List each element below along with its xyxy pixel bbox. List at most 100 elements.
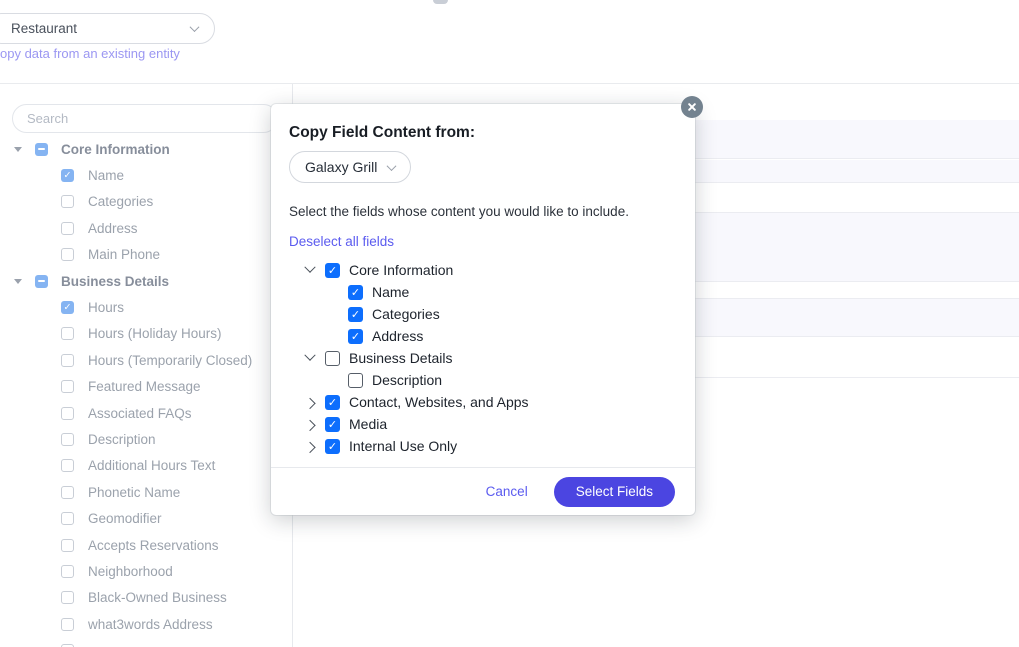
sidebar-item-label: what3words Address <box>88 617 213 632</box>
sidebar-field-row[interactable]: Featured Message <box>0 374 292 400</box>
sidebar-item-label: Address <box>88 221 138 236</box>
checkbox-unchecked[interactable] <box>61 407 74 420</box>
tree-item-label: Media <box>349 416 387 432</box>
source-entity-dropdown[interactable]: Galaxy Grill <box>289 151 411 183</box>
sidebar-field-row[interactable]: Hours (Temporarily Closed) <box>0 347 292 373</box>
sidebar-field-row[interactable]: what3words Address <box>0 611 292 637</box>
checkbox-unchecked[interactable] <box>61 565 74 578</box>
tree-row[interactable]: Name <box>271 281 695 303</box>
checkbox-unchecked[interactable] <box>61 354 74 367</box>
sidebar-group-row[interactable]: Business Details <box>0 268 292 294</box>
tree-row[interactable]: Core Information <box>271 259 695 281</box>
sidebar-item-label: Geomodifier <box>88 511 162 526</box>
sidebar-item-label: Name <box>88 168 124 183</box>
checkbox-unchecked[interactable] <box>61 327 74 340</box>
sidebar-group-row[interactable]: Core Information <box>0 136 292 162</box>
sidebar-item-label: Additional Hours Text <box>88 458 215 473</box>
checkbox-checked[interactable] <box>325 417 340 432</box>
checkbox-unchecked[interactable] <box>61 459 74 472</box>
checkbox-unchecked[interactable] <box>61 248 74 261</box>
checkbox-unchecked[interactable] <box>61 539 74 552</box>
tree-item-label: Contact, Websites, and Apps <box>349 394 529 410</box>
sidebar-field-row[interactable]: Categories <box>0 189 292 215</box>
checkbox-indeterminate[interactable] <box>35 275 48 288</box>
sidebar-item-label: Hours <box>88 300 124 315</box>
sidebar-field-row[interactable]: Geomodifier <box>0 505 292 531</box>
tree-row[interactable]: Description <box>271 369 695 391</box>
checkbox-checked[interactable] <box>61 301 74 314</box>
tree-row[interactable]: Address <box>271 325 695 347</box>
chevron-box[interactable] <box>304 442 316 450</box>
chevron-right-icon <box>304 398 315 409</box>
chevron-down-icon <box>304 350 315 361</box>
checkbox-checked[interactable] <box>348 329 363 344</box>
checkbox-unchecked[interactable] <box>61 195 74 208</box>
search-input[interactable] <box>12 104 278 133</box>
checkbox-checked[interactable] <box>325 395 340 410</box>
tree-item-label: Categories <box>372 306 440 322</box>
close-button[interactable] <box>681 96 703 118</box>
tree-item-label: Description <box>372 372 442 388</box>
checkbox-unchecked[interactable] <box>61 486 74 499</box>
cutoff-avatar-icon <box>433 0 448 4</box>
field-sidebar-list: Core Information Name Categories Address Mai… <box>0 136 292 647</box>
tree-row[interactable]: Media <box>271 413 695 435</box>
sidebar-field-row[interactable]: Address <box>0 215 292 241</box>
checkbox-unchecked[interactable] <box>61 380 74 393</box>
sidebar-field-row[interactable]: Hours <box>0 294 292 320</box>
chevron-down-icon <box>304 262 315 273</box>
tree-item-label: Internal Use Only <box>349 438 457 454</box>
field-tree: Core Information Name Categories Address Bus… <box>271 259 695 457</box>
sidebar-field-row[interactable]: Additional Hours Text <box>0 453 292 479</box>
entity-type-dropdown[interactable]: Restaurant <box>0 13 215 44</box>
checkbox-unchecked[interactable] <box>61 222 74 235</box>
sidebar-item-label: Description <box>88 432 156 447</box>
tree-item-label: Address <box>372 328 423 344</box>
sidebar-field-row[interactable]: Main Phone <box>0 242 292 268</box>
chevron-down-icon[interactable] <box>14 279 22 284</box>
sidebar-field-row[interactable]: Name <box>0 162 292 188</box>
sidebar-field-row[interactable]: Neighborhood <box>0 558 292 584</box>
sidebar-field-row[interactable]: Accepts Reservations <box>0 532 292 558</box>
sidebar-field-row[interactable] <box>0 637 292 647</box>
select-fields-button[interactable]: Select Fields <box>554 477 675 507</box>
checkbox-unchecked[interactable] <box>61 512 74 525</box>
sidebar-item-label: Accepts Reservations <box>88 538 219 553</box>
chevron-box[interactable] <box>304 354 316 362</box>
checkbox-unchecked[interactable] <box>61 591 74 604</box>
chevron-box[interactable] <box>304 266 316 274</box>
tree-row[interactable]: Categories <box>271 303 695 325</box>
sidebar-item-label: Business Details <box>61 274 169 289</box>
modal-title: Copy Field Content from: <box>289 124 475 142</box>
checkbox-checked[interactable] <box>348 285 363 300</box>
checkbox-indeterminate[interactable] <box>35 143 48 156</box>
tree-row[interactable]: Business Details <box>271 347 695 369</box>
sidebar-item-label: Main Phone <box>88 247 160 262</box>
checkbox-unchecked[interactable] <box>61 433 74 446</box>
cancel-button[interactable]: Cancel <box>486 484 528 499</box>
sidebar-field-row[interactable]: Associated FAQs <box>0 400 292 426</box>
sidebar-item-label: Hours (Holiday Hours) <box>88 326 222 341</box>
tree-item-label: Core Information <box>349 262 453 278</box>
sidebar-field-row[interactable]: Black-Owned Business <box>0 585 292 611</box>
checkbox-unchecked[interactable] <box>61 618 74 631</box>
checkbox-unchecked[interactable] <box>325 351 340 366</box>
checkbox-unchecked[interactable] <box>348 373 363 388</box>
checkbox-checked[interactable] <box>325 263 340 278</box>
checkbox-checked[interactable] <box>325 439 340 454</box>
chevron-box[interactable] <box>304 420 316 428</box>
checkbox-checked[interactable] <box>348 307 363 322</box>
chevron-box[interactable] <box>304 398 316 406</box>
copy-field-content-modal: Copy Field Content from: Galaxy Grill Se… <box>271 104 695 515</box>
deselect-all-fields-link[interactable]: Deselect all fields <box>289 234 394 249</box>
tree-row[interactable]: Internal Use Only <box>271 435 695 457</box>
chevron-down-icon <box>190 22 200 32</box>
chevron-down-icon[interactable] <box>14 147 22 152</box>
sidebar-field-row[interactable]: Phonetic Name <box>0 479 292 505</box>
checkbox-checked[interactable] <box>61 169 74 182</box>
tree-row[interactable]: Contact, Websites, and Apps <box>271 391 695 413</box>
chevron-down-icon <box>387 161 397 171</box>
sidebar-field-row[interactable]: Hours (Holiday Hours) <box>0 321 292 347</box>
copy-data-link[interactable]: opy data from an existing entity <box>0 46 180 61</box>
sidebar-field-row[interactable]: Description <box>0 426 292 452</box>
